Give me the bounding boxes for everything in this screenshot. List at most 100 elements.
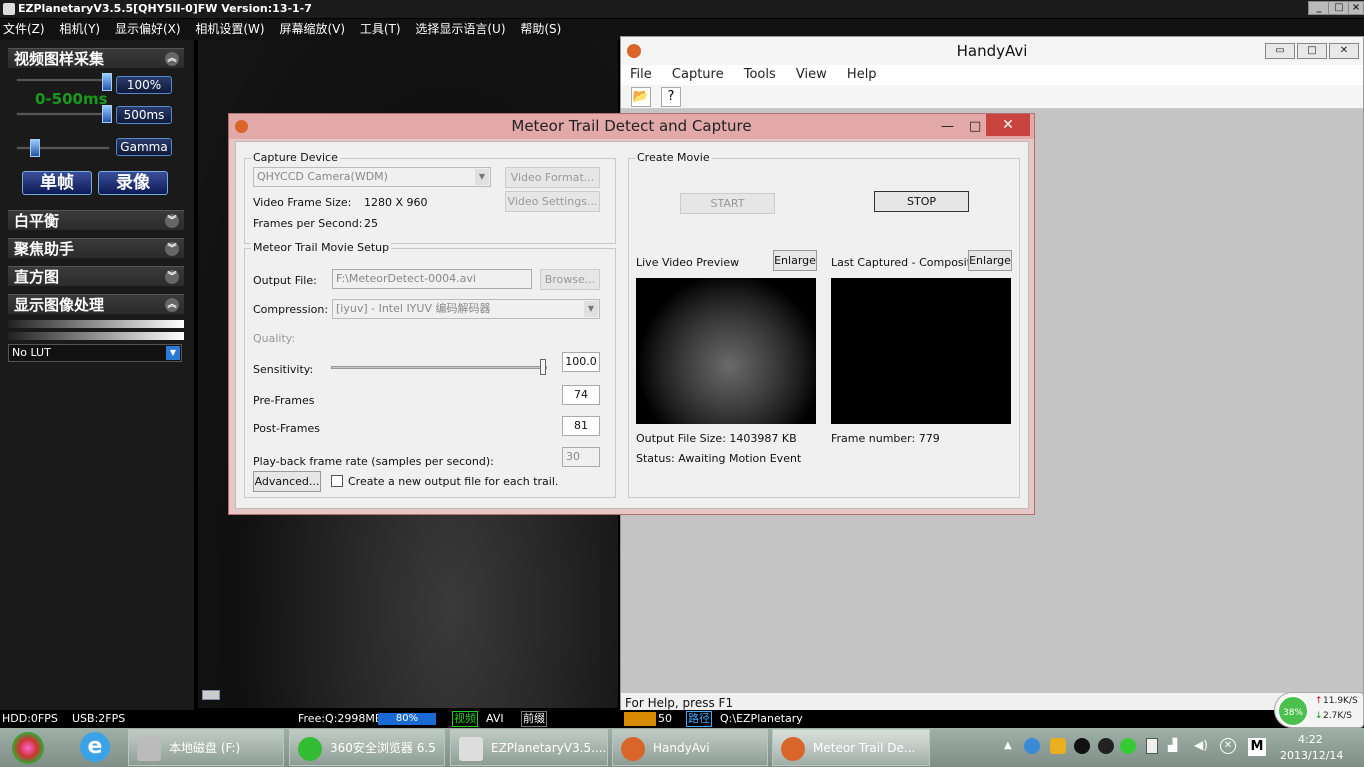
output-file-size: Output File Size: 1403987 KB [636,432,797,445]
menu-tools[interactable]: Tools [744,67,776,82]
close-button[interactable]: ✕ [1329,43,1359,59]
help-icon[interactable]: ? [661,87,681,107]
image-processing-header[interactable]: 显示图像处理 ︽ [8,294,184,314]
tray-globe-icon[interactable] [1024,738,1040,754]
taskbar-item-local-disk[interactable]: 本地磁盘 (F:) [128,729,284,766]
clock-date[interactable]: 2013/12/14 [1280,749,1343,762]
video-settings-button[interactable]: Video Settings... [505,191,600,212]
chevron-down-icon[interactable]: ▼ [584,301,598,317]
minimize-button[interactable]: — [941,114,954,139]
prefix-tag: 前缀 [521,711,547,727]
battery-icon[interactable] [1146,738,1158,754]
tray-app-icon[interactable] [1050,738,1066,754]
volume-icon[interactable]: ◀) [1194,738,1208,752]
maximize-button[interactable]: □ [1328,1,1350,15]
clock-time[interactable]: 4:22 [1298,733,1323,746]
exposure-slider[interactable] [16,112,110,116]
lut-select[interactable]: No LUT ▼ [8,344,182,362]
menu-tools[interactable]: 工具(T) [360,22,401,36]
sensitivity-slider[interactable] [331,359,547,375]
download-arrow-icon: ↓ [1315,711,1323,721]
enlarge-last-button[interactable]: Enlarge [968,250,1012,271]
exposure-slider-thumb[interactable] [102,105,112,123]
gain-slider[interactable] [16,78,110,82]
chevron-up-icon[interactable]: ︽ [165,298,179,312]
single-frame-button[interactable]: 单帧 [22,171,92,195]
histogram-header[interactable]: 直方图 ︾ [8,266,184,286]
video-format-button[interactable]: Video Format... [505,167,600,188]
minimize-button[interactable]: _ [1308,1,1330,15]
advanced-button[interactable]: Advanced... [253,471,321,492]
fps-label: Frames per Second: [253,217,363,230]
gamma-slider-thumb[interactable] [30,139,40,157]
menu-help[interactable]: 帮助(S) [520,22,561,36]
free-space: Free:Q:2998MB [298,712,383,725]
start-button-icon[interactable] [12,732,44,764]
menu-file[interactable]: File [630,67,652,82]
menu-file[interactable]: 文件(Z) [3,22,45,36]
new-file-checkbox[interactable] [331,475,343,487]
menu-help[interactable]: Help [847,67,877,82]
capture-panel-header[interactable]: 视频图样采集 ︽ [8,48,184,68]
network-monitor[interactable]: 38% ↑ 11.9K/S ↓ 2.7K/S [1274,692,1364,728]
white-balance-header[interactable]: 白平衡 ︾ [8,210,184,230]
start-button[interactable]: START [680,193,775,214]
capture-device-group: Capture Device QHYCCD Camera(WDM) ▼ Vide… [244,151,616,244]
chevron-down-icon[interactable]: ︾ [165,270,179,284]
scroll-indicator[interactable] [202,690,220,700]
app-icon [3,3,15,15]
gradient-bar [8,332,184,340]
gain-slider-thumb[interactable] [102,73,112,91]
close-button[interactable]: ✕ [986,114,1030,136]
signal-icon[interactable]: ▟ [1168,738,1177,752]
menu-zoom[interactable]: 屏幕缩放(V) [279,22,345,36]
sensitivity-input[interactable]: 100.0 [562,352,600,372]
menu-preferences[interactable]: 显示偏好(X) [115,22,181,36]
tray-plus-icon[interactable] [1120,738,1136,754]
menu-camera[interactable]: 相机(Y) [59,22,100,36]
menu-camera-settings[interactable]: 相机设置(W) [195,22,264,36]
stop-button[interactable]: STOP [874,191,969,212]
camera-select[interactable]: QHYCCD Camera(WDM) ▼ [253,167,491,187]
enlarge-live-button[interactable]: Enlarge [773,250,817,271]
chevron-down-icon[interactable]: ︾ [165,214,179,228]
focus-assist-header[interactable]: 聚焦助手 ︾ [8,238,184,258]
open-folder-icon[interactable]: 📂 [631,87,651,107]
record-button[interactable]: 录像 [98,171,168,195]
tray-expand-icon[interactable]: ▲ [1004,740,1012,751]
compression-select[interactable]: [iyuv] - Intel IYUV 编码解码器 ▼ [332,299,600,319]
sensitivity-slider-thumb[interactable] [540,359,546,375]
ime-indicator[interactable]: M [1248,738,1266,756]
taskbar-item-handyavi[interactable]: HandyAvi [612,729,768,766]
tray-qq-icon[interactable] [1074,738,1090,754]
output-file-input[interactable]: F:\MeteorDetect-0004.avi [332,269,532,289]
prefix-swatch [624,712,656,726]
maximize-button[interactable]: □ [1297,43,1327,59]
file-count: 50 [658,712,672,725]
browse-button[interactable]: Browse... [540,269,600,290]
menu-capture[interactable]: Capture [672,67,724,82]
chevron-down-icon[interactable]: ▼ [166,346,180,360]
maximize-button[interactable]: □ [969,114,981,139]
ie-icon[interactable]: e [80,732,110,762]
taskbar-item-browser[interactable]: 360安全浏览器 6.5 [289,729,445,766]
post-frames-input[interactable]: 81 [562,416,600,436]
taskbar-item-meteor[interactable]: Meteor Trail De... [772,729,930,766]
taskbar-label: HandyAvi [653,741,710,755]
upload-arrow-icon: ↑ [1315,696,1323,706]
lut-select-value: No LUT [12,346,51,359]
menu-view[interactable]: View [796,67,827,82]
network-disabled-icon[interactable]: ✕ [1220,738,1236,754]
chevron-down-icon[interactable]: ︾ [165,242,179,256]
tray-qq-icon[interactable] [1098,738,1114,754]
chevron-down-icon[interactable]: ▼ [475,169,489,185]
capture-device-legend: Capture Device [251,151,340,164]
playback-rate-input[interactable]: 30 [562,447,600,467]
close-button[interactable]: × [1348,1,1364,15]
chevron-up-icon[interactable]: ︽ [165,52,179,66]
handyavi-menu-bar: File Capture Tools View Help [621,65,1363,85]
minimize-button[interactable]: ▭ [1265,43,1295,59]
pre-frames-input[interactable]: 74 [562,385,600,405]
taskbar-item-ezplanetary[interactable]: EZPlanetaryV3.5.... [450,729,608,766]
menu-language[interactable]: 选择显示语言(U) [415,22,505,36]
